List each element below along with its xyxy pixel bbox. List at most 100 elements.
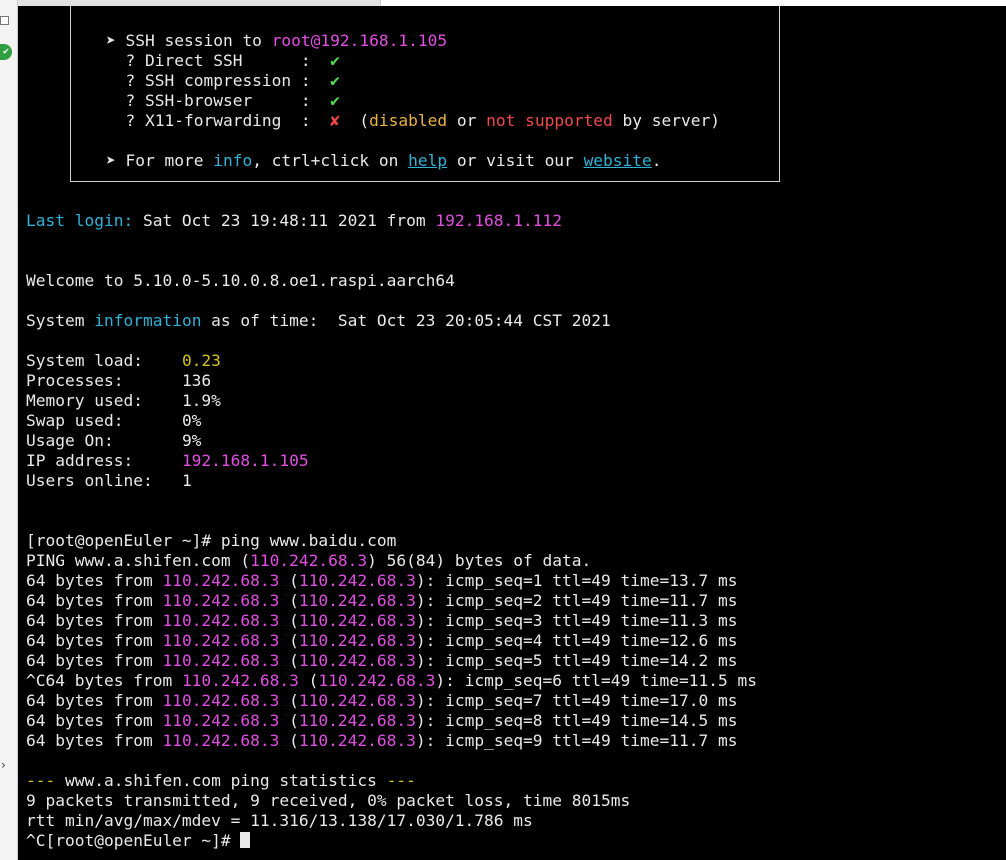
reply-tail: ): icmp_seq=9 ttl=49 time=11.7 ms bbox=[415, 731, 738, 750]
stat-value: 0.23 bbox=[181, 351, 221, 370]
ping-reply-line: 64 bytes from 110.242.68.3 (110.242.68.3… bbox=[26, 731, 737, 751]
reply-ip: 110.242.68.3 bbox=[298, 691, 416, 710]
reply-tail: ): icmp_seq=3 ttl=49 time=11.3 ms bbox=[415, 611, 738, 630]
reply-lead: 64 bytes from bbox=[26, 591, 163, 610]
reply-ip: 110.242.68.3 bbox=[162, 691, 280, 710]
rtt-line: rtt min/avg/max/mdev = 11.316/13.138/17.… bbox=[26, 811, 533, 830]
reply-lead: 64 bytes from bbox=[26, 651, 163, 670]
last-login-text: Sat Oct 23 19:48:11 2021 from bbox=[133, 211, 436, 230]
last-login-line: Last login: Sat Oct 23 19:48:11 2021 fro… bbox=[26, 211, 562, 231]
stat-label: Usage On: bbox=[26, 431, 182, 450]
info-mid: , ctrl+click on bbox=[252, 151, 409, 170]
ssh-session-target: root@192.168.1.105 bbox=[271, 31, 448, 50]
reply-ip: 110.242.68.3 bbox=[162, 631, 280, 650]
check-icon: ✔ bbox=[330, 71, 340, 90]
reply-lead: 64 bytes from bbox=[26, 691, 163, 710]
reply-ip: 110.242.68.3 bbox=[162, 571, 280, 590]
reply-ip: 110.242.68.3 bbox=[298, 711, 416, 730]
cross-icon: ✘ bbox=[330, 111, 340, 130]
stat-row: Swap used: 0% bbox=[26, 411, 201, 431]
reply-ip: 110.242.68.3 bbox=[162, 591, 280, 610]
x11-or: or bbox=[447, 111, 487, 130]
stat-row: Memory used: 1.9% bbox=[26, 391, 221, 411]
stat-value: 9% bbox=[181, 431, 202, 450]
left-side-panel: ✔ › bbox=[0, 0, 18, 860]
stat-row: Usage On: 9% bbox=[26, 431, 201, 451]
x11-line: ? X11-forwarding : ✘ (disabled or not su… bbox=[26, 111, 720, 131]
compression-line: ? SSH compression : ✔ bbox=[26, 71, 340, 91]
status-check-icon: ✔ bbox=[0, 44, 12, 60]
reply-lead: 64 bytes from bbox=[26, 731, 163, 750]
check-icon: ✔ bbox=[330, 91, 340, 110]
browser-line: ? SSH-browser : ✔ bbox=[26, 91, 340, 111]
chevron-right-icon[interactable]: › bbox=[1, 758, 6, 772]
sysinfo-suffix: as of time: Sat Oct 23 20:05:44 CST 2021 bbox=[201, 311, 611, 330]
info-prefix: ➤ For more bbox=[106, 151, 214, 170]
ping-reply-line: ^C64 bytes from 110.242.68.3 (110.242.68… bbox=[26, 671, 757, 691]
ping-header-suffix: ) 56(84) bytes of data. bbox=[367, 551, 592, 570]
reply-ip: 110.242.68.3 bbox=[298, 651, 416, 670]
reply-paren: ( bbox=[279, 571, 299, 590]
stat-row: IP address: 192.168.1.105 bbox=[26, 451, 309, 471]
reply-lead: 64 bytes from bbox=[26, 711, 163, 730]
reply-ip: 110.242.68.3 bbox=[298, 631, 416, 650]
reply-paren: ( bbox=[298, 671, 319, 690]
reply-lead: ^C64 bytes from bbox=[26, 671, 182, 690]
direct-ssh-label: ? Direct SSH : bbox=[106, 51, 331, 70]
reply-lead: 64 bytes from bbox=[26, 631, 163, 650]
sysinfo-prefix: System bbox=[26, 311, 95, 330]
final-prompt-line[interactable]: ^C[root@openEuler ~]# bbox=[26, 831, 251, 851]
stat-label: System load: bbox=[26, 351, 182, 370]
info-line: ➤ For more info, ctrl+click on help or v… bbox=[26, 151, 662, 171]
rail-checkbox[interactable] bbox=[0, 16, 9, 25]
reply-paren: ( bbox=[279, 691, 299, 710]
ping-header-line: PING www.a.shifen.com (110.242.68.3) 56(… bbox=[26, 551, 591, 571]
x11-disabled: disabled bbox=[369, 111, 448, 130]
browser-label: ? SSH-browser : bbox=[106, 91, 331, 110]
reply-tail: ): icmp_seq=7 ttl=49 time=17.0 ms bbox=[415, 691, 738, 710]
website-link[interactable]: website bbox=[584, 151, 652, 170]
reply-paren: ( bbox=[279, 731, 299, 750]
reply-paren: ( bbox=[279, 591, 299, 610]
reply-ip: 110.242.68.3 bbox=[162, 651, 280, 670]
reply-paren: ( bbox=[279, 611, 299, 630]
reply-ip: 110.242.68.3 bbox=[162, 611, 280, 630]
ping-header-prefix: PING www.a.shifen.com ( bbox=[26, 551, 251, 570]
stat-value: 1 bbox=[181, 471, 192, 490]
ping-reply-line: 64 bytes from 110.242.68.3 (110.242.68.3… bbox=[26, 711, 737, 731]
ssh-session-prefix: ➤ SSH session to bbox=[106, 31, 272, 50]
ping-reply-line: 64 bytes from 110.242.68.3 (110.242.68.3… bbox=[26, 631, 737, 651]
compression-label: ? SSH compression : bbox=[106, 71, 331, 90]
reply-ip: 110.242.68.3 bbox=[298, 611, 416, 630]
reply-tail: ): icmp_seq=1 ttl=49 time=13.7 ms bbox=[415, 571, 738, 590]
info-end: . bbox=[651, 151, 662, 170]
ssh-session-line: ➤ SSH session to root@192.168.1.105 bbox=[26, 31, 447, 51]
info-word: info bbox=[213, 151, 253, 170]
x11-paren-open: ( bbox=[339, 111, 370, 130]
ping-reply-line: 64 bytes from 110.242.68.3 (110.242.68.3… bbox=[26, 611, 737, 631]
stat-value: 0% bbox=[181, 411, 202, 430]
direct-ssh-line: ? Direct SSH : ✔ bbox=[26, 51, 339, 71]
ping-reply-line: 64 bytes from 110.242.68.3 (110.242.68.3… bbox=[26, 691, 737, 711]
last-login-label: Last login: bbox=[26, 211, 134, 230]
dashes-left: --- bbox=[26, 771, 56, 790]
help-link[interactable]: help bbox=[408, 151, 447, 170]
reply-paren: ( bbox=[279, 631, 299, 650]
terminal-output[interactable]: ➤ SSH session to root@192.168.1.105 ? Di… bbox=[18, 6, 1006, 860]
reply-paren: ( bbox=[279, 651, 299, 670]
stat-row: System load: 0.23 bbox=[26, 351, 221, 371]
sysinfo-word: information bbox=[94, 311, 202, 330]
reply-lead: 64 bytes from bbox=[26, 571, 163, 590]
reply-tail: ): icmp_seq=5 ttl=49 time=14.2 ms bbox=[415, 651, 738, 670]
ping-reply-line: 64 bytes from 110.242.68.3 (110.242.68.3… bbox=[26, 651, 737, 671]
dashes-right: --- bbox=[386, 771, 416, 790]
reply-ip: 110.242.68.3 bbox=[298, 731, 416, 750]
prompt-command-line: [root@openEuler ~]# ping www.baidu.com bbox=[26, 531, 397, 550]
reply-lead: 64 bytes from bbox=[26, 611, 163, 630]
stat-label: Swap used: bbox=[26, 411, 182, 430]
reply-ip: 110.242.68.3 bbox=[162, 731, 280, 750]
stat-label: IP address: bbox=[26, 451, 182, 470]
stat-label: Processes: bbox=[26, 371, 182, 390]
ping-reply-line: 64 bytes from 110.242.68.3 (110.242.68.3… bbox=[26, 571, 737, 591]
reply-ip: 110.242.68.3 bbox=[181, 671, 299, 690]
